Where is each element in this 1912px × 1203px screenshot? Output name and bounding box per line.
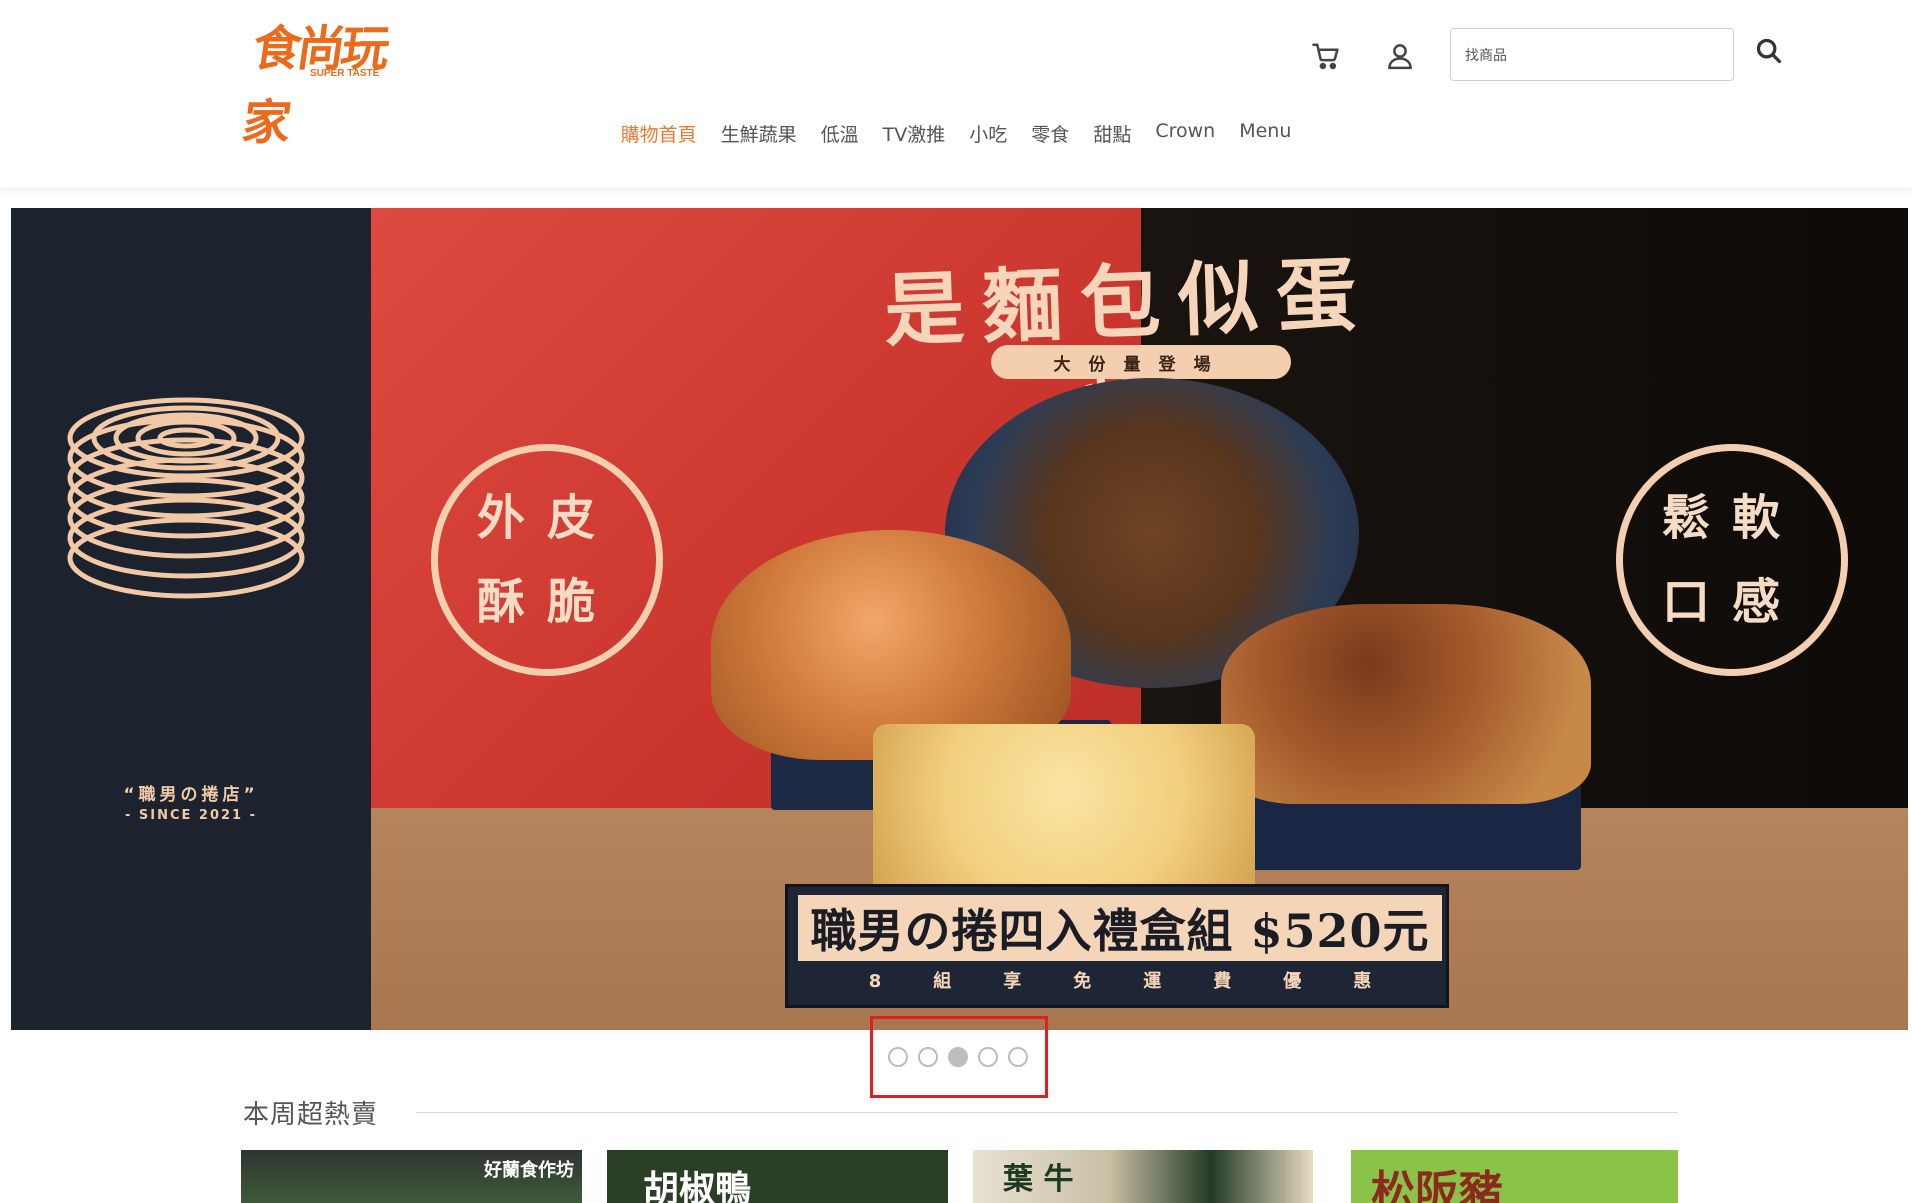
site-header: 食尚玩家 SUPER TASTE 購物首頁 生鮮蔬果 低溫 TV激推 小吃 零食… [0,0,1912,188]
carousel-dot-2[interactable] [918,1047,938,1067]
promo-subtitle: 8組享免運費優惠 [868,971,1424,992]
badge-right-line-1: 鬆軟 [1661,490,1802,546]
spiral-logo-graphic [67,397,305,599]
banner-promo-box: 職男の捲四入禮盒組 $520元 8組享免運費優惠 [785,884,1449,1008]
nav-item-fresh-produce[interactable]: 生鮮蔬果 [709,116,809,151]
nav-item-chilled[interactable]: 低溫 [809,116,871,151]
carousel-dot-5[interactable] [1008,1047,1028,1067]
carousel-dot-1[interactable] [888,1047,908,1067]
nav-item-crown[interactable]: Crown [1143,116,1227,151]
product-card[interactable]: 胡椒鴨 [607,1150,948,1203]
site-logo[interactable]: 食尚玩家 SUPER TASTE [239,12,389,151]
hero-banner[interactable]: “職男の捲店” - SINCE 2021 - 是麵包似蛋糕 大份量登場 外皮 酥… [11,208,1908,1030]
carousel-dot-3[interactable] [948,1047,968,1067]
search-input[interactable] [1450,28,1734,81]
nav-item-menu[interactable]: Menu [1227,116,1303,151]
product-card[interactable]: 好蘭食作坊 [241,1150,582,1203]
nav-item-tv-picks[interactable]: TV激推 [871,116,958,151]
carousel-dot-4[interactable] [978,1047,998,1067]
banner-left-panel: “職男の捲店” - SINCE 2021 - [11,208,371,1030]
user-icon [1388,44,1412,70]
hot-section-title: 本周超熱賣 [243,1100,379,1130]
product-card-label: 葉 牛 [1003,1162,1074,1197]
banner-sub-pill: 大份量登場 [991,345,1291,379]
banner-brand-name: “職男の捲店” [123,785,259,805]
promo-title: 職男の捲四入禮盒組 $520元 [798,895,1442,961]
nav-item-home[interactable]: 購物首頁 [609,116,709,151]
search-icon [1756,38,1782,64]
nav-item-snacks[interactable]: 小吃 [957,116,1019,151]
product-card[interactable]: 松阪豬 [1351,1150,1678,1203]
hot-section-divider [416,1112,1678,1113]
nav-item-treats[interactable]: 零食 [1019,116,1081,151]
main-nav: 購物首頁 生鮮蔬果 低溫 TV激推 小吃 零食 甜點 Crown Menu [0,116,1912,151]
product-card-label: 好蘭食作坊 [484,1160,574,1181]
badge-left-line-2: 酥脆 [476,574,617,630]
product-card-label: 胡椒鴨 [643,1168,752,1203]
product-card-label: 松阪豬 [1371,1167,1503,1203]
cart-button[interactable] [1308,38,1344,74]
cart-icon [1312,43,1339,70]
logo-subtitle: SUPER TASTE [310,68,380,79]
badge-crispy-crust: 外皮 酥脆 [431,444,663,676]
banner-since: - SINCE 2021 - [124,808,258,823]
pastry-cut-cake [873,724,1255,894]
badge-left-line-1: 外皮 [476,490,617,546]
badge-right-line-2: 口感 [1661,574,1802,630]
badge-fluffy-texture: 鬆軟 口感 [1616,444,1848,676]
account-button[interactable] [1382,38,1418,74]
carousel-dots [888,1047,1028,1067]
pastry-caramel-bun [1221,604,1591,804]
search-button[interactable] [1752,34,1786,68]
nav-item-desserts[interactable]: 甜點 [1081,116,1143,151]
product-card[interactable]: 葉 牛 [973,1150,1313,1203]
